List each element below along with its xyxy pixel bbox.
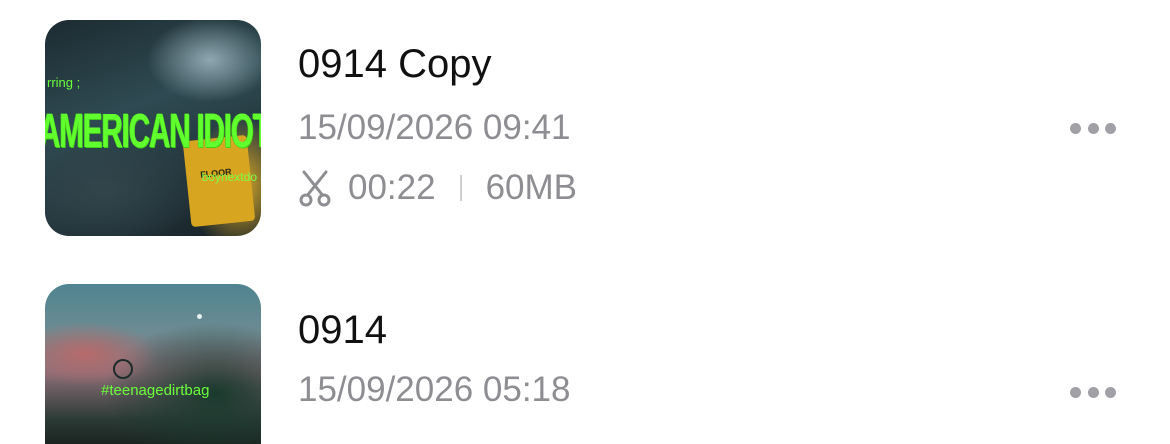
globe-shape: [113, 359, 133, 379]
recording-date: 15/09/2026 05:18: [298, 370, 571, 409]
thumbnail-overlay-title: AMERICAN IDIOT: [45, 105, 261, 158]
scissors-icon: [299, 170, 331, 207]
recording-meta: 00:22 60MB: [298, 166, 577, 210]
more-dot: [1105, 386, 1116, 398]
recording-size: 60MB: [485, 168, 578, 207]
recording-duration: 00:22: [348, 168, 436, 207]
recording-date: 15/09/2026 09:41: [298, 108, 571, 147]
more-dot: [1087, 386, 1099, 398]
recording-item[interactable]: FLOOR rring ; AMERICAN IDIOT boynextdo 0…: [0, 0, 1170, 262]
thumbnail-overlay-starring: rring ;: [47, 75, 81, 90]
more-dot: [1105, 122, 1116, 134]
more-options-button[interactable]: [1070, 118, 1116, 138]
thumbnail-overlay-hashtag: #teenagedirtbag: [101, 382, 210, 399]
more-dot: [1087, 122, 1099, 134]
recording-thumbnail[interactable]: FLOOR rring ; AMERICAN IDIOT boynextdo: [45, 20, 261, 236]
recording-title[interactable]: 0914: [298, 308, 387, 353]
more-dots-icon: [1070, 122, 1081, 134]
more-dots-icon: [1070, 386, 1081, 398]
meta-divider: [459, 175, 462, 201]
recording-item[interactable]: #teenagedirtbag 0914 15/09/2026 05:18: [0, 262, 1170, 444]
recording-thumbnail[interactable]: #teenagedirtbag: [45, 284, 261, 444]
recording-title[interactable]: 0914 Copy: [298, 42, 491, 87]
thumbnail-overlay-credit: boynextdo: [201, 170, 257, 184]
more-options-button[interactable]: [1070, 382, 1116, 402]
moon-shape: [197, 314, 202, 319]
